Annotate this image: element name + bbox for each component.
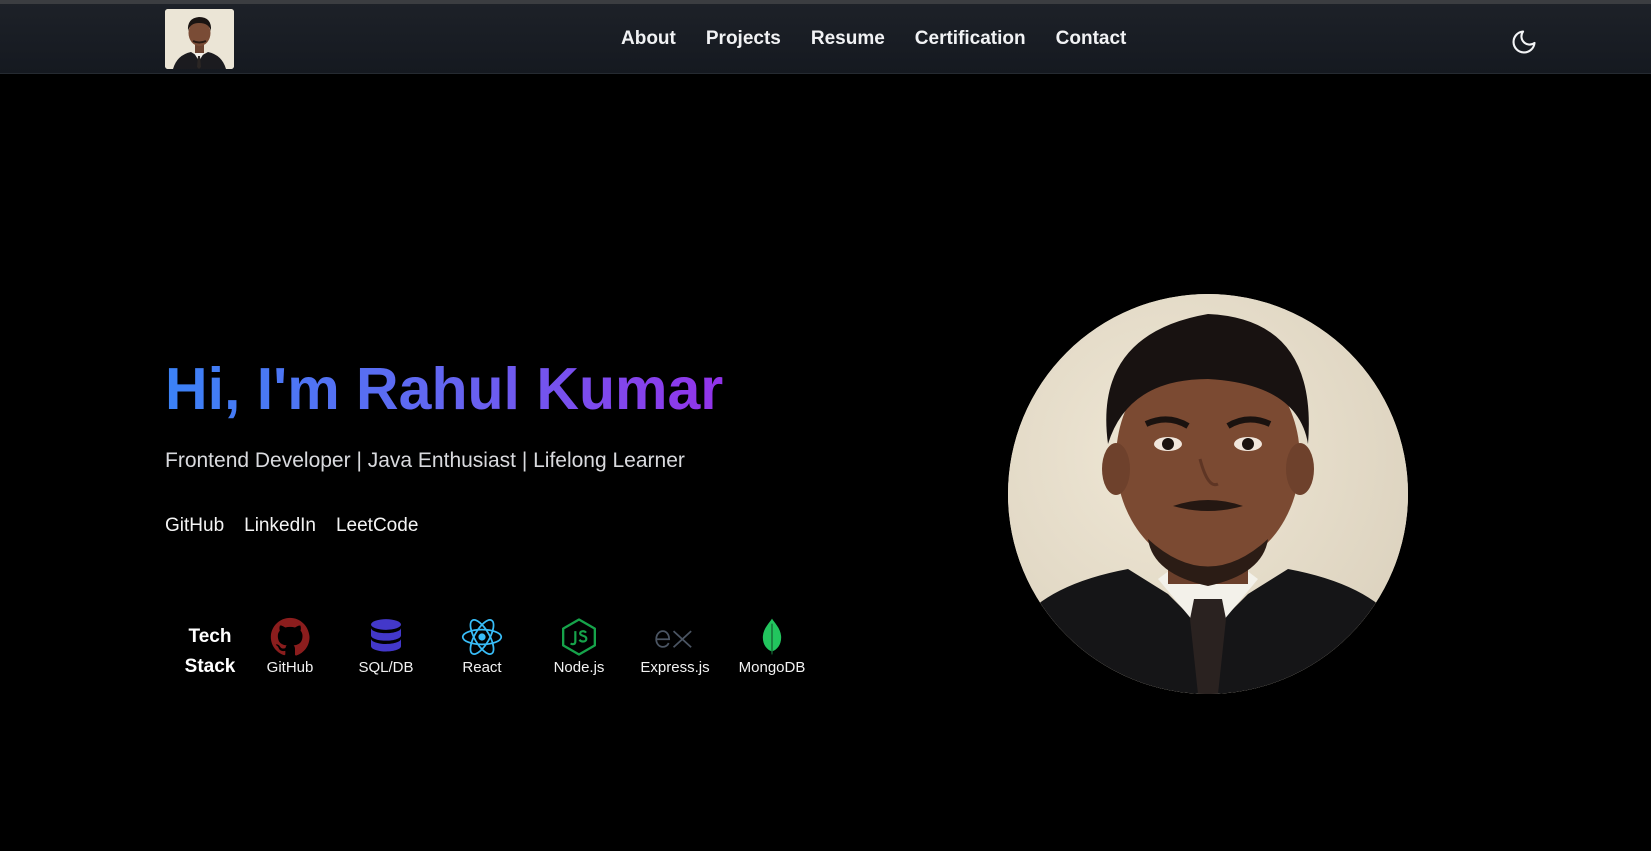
mongodb-icon: [762, 618, 782, 656]
navbar: About Projects Resume Certification Cont…: [0, 4, 1651, 74]
nodejs-icon: [562, 618, 596, 656]
nav-menu: About Projects Resume Certification Cont…: [621, 28, 1126, 50]
tech-stack-label: Tech Stack: [184, 626, 236, 677]
nav-link-certification[interactable]: Certification: [915, 28, 1026, 50]
tech-item-nodejs: Node.js: [534, 617, 624, 676]
tech-name: MongoDB: [738, 659, 806, 676]
nav-link-contact[interactable]: Contact: [1056, 28, 1127, 50]
hero-title: Hi, I'm Rahul Kumar: [165, 356, 724, 422]
tech-name: Node.js: [553, 659, 605, 676]
tech-name: React: [462, 659, 502, 676]
nav-link-projects[interactable]: Projects: [706, 28, 781, 50]
theme-toggle-button[interactable]: [1510, 28, 1538, 56]
tech-item-react: React: [437, 617, 527, 676]
hero-subtitle: Frontend Developer | Java Enthusiast | L…: [165, 449, 685, 472]
github-icon: [270, 617, 310, 656]
react-icon: [461, 619, 503, 655]
tech-name: Express.js: [640, 659, 710, 676]
social-links: GitHub LinkedIn LeetCode: [165, 515, 438, 537]
linkedin-link[interactable]: LinkedIn: [244, 515, 316, 537]
github-link[interactable]: GitHub: [165, 515, 224, 537]
tech-name: GitHub: [266, 659, 314, 676]
expressjs-icon: [655, 630, 692, 648]
leetcode-link[interactable]: LeetCode: [336, 515, 418, 537]
profile-photo: [1008, 294, 1408, 694]
tech-item-express: Express.js: [630, 617, 720, 676]
tech-name: SQL/DB: [358, 659, 414, 676]
moon-icon: [1512, 30, 1536, 54]
nav-link-resume[interactable]: Resume: [811, 28, 885, 50]
profile-logo[interactable]: [165, 9, 234, 69]
tech-item-mongodb: MongoDB: [727, 617, 817, 676]
nav-link-about[interactable]: About: [621, 28, 676, 50]
tech-item-sql: SQL/DB: [341, 617, 431, 676]
tech-item-github: GitHub: [245, 617, 335, 676]
database-icon: [371, 619, 401, 652]
